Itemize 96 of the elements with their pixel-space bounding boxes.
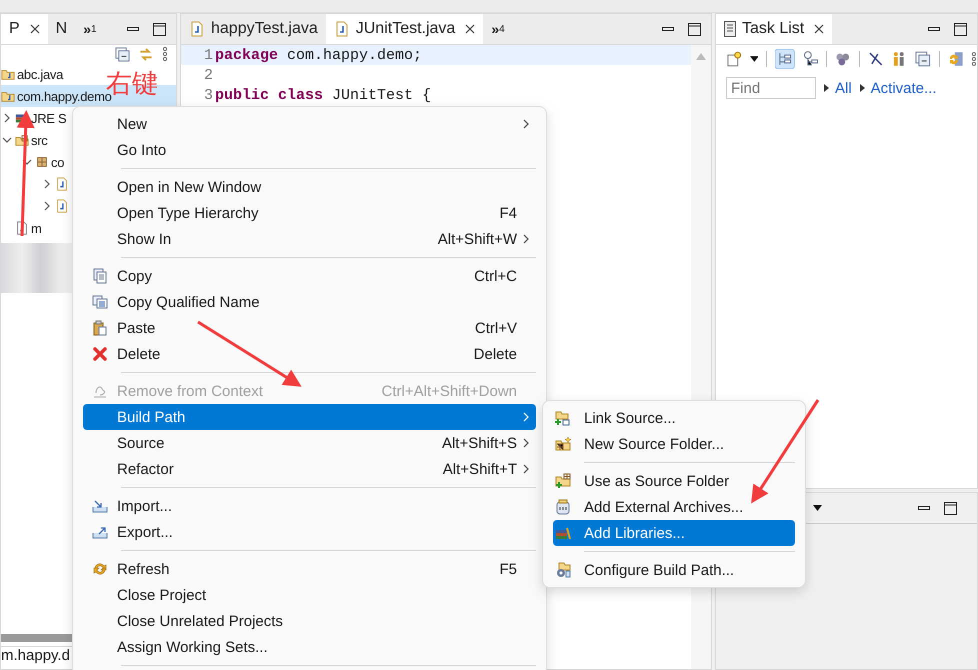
- dropdown-arrow-icon[interactable]: [813, 505, 822, 511]
- code-line: package com.happy.demo;: [215, 46, 422, 64]
- minimize-icon[interactable]: [127, 25, 139, 33]
- menu-item[interactable]: Export...: [83, 519, 536, 545]
- tab[interactable]: P: [1, 14, 48, 44]
- menu-item[interactable]: Add External Archives...: [553, 494, 795, 520]
- import-icon: [92, 498, 108, 514]
- menu-item[interactable]: Refactor Alt+Shift+T: [83, 456, 536, 482]
- java-file-icon: [189, 21, 205, 37]
- strike-icon[interactable]: [868, 51, 884, 67]
- find-field[interactable]: Find: [726, 77, 816, 99]
- hierarchy-icon[interactable]: [775, 49, 795, 69]
- close-icon[interactable]: [814, 24, 824, 34]
- menu-item[interactable]: Delete Delete: [83, 341, 536, 367]
- new-task-icon[interactable]: [726, 51, 742, 67]
- java-file-icon: [55, 199, 69, 213]
- java-file-icon: [55, 177, 69, 191]
- close-icon[interactable]: [465, 24, 476, 34]
- menu-item[interactable]: Show In Alt+Shift+W: [83, 226, 536, 252]
- java-file-icon: [334, 21, 350, 37]
- dropdown-arrow-icon[interactable]: [750, 56, 758, 62]
- menu-item[interactable]: Open Type Hierarchy F4: [83, 200, 536, 226]
- menu-item[interactable]: Paste Ctrl+V: [83, 315, 536, 341]
- package-folder-icon: [15, 133, 29, 147]
- tree-item[interactable]: m: [31, 220, 42, 236]
- gear-folder-icon: [555, 562, 571, 578]
- minimize-icon[interactable]: [662, 25, 674, 33]
- clock-list-icon[interactable]: [802, 51, 818, 67]
- filter-link[interactable]: All: [835, 80, 852, 96]
- menu-item[interactable]: New Source Folder...: [553, 431, 795, 457]
- maximize-icon[interactable]: [153, 22, 166, 36]
- close-icon[interactable]: [30, 24, 40, 34]
- delete-icon: [92, 346, 108, 362]
- minimize-icon[interactable]: [918, 504, 930, 512]
- linked-folder-icon: [555, 410, 571, 426]
- menu-item[interactable]: Copy Ctrl+C: [83, 263, 536, 289]
- sync-icon[interactable]: [948, 51, 964, 67]
- menu-item[interactable]: Link Source...: [553, 405, 795, 431]
- menu-item[interactable]: Refresh F5: [83, 556, 536, 582]
- refresh-icon: [92, 561, 108, 577]
- document-stack-icon: [92, 294, 108, 310]
- minimize-icon[interactable]: [928, 25, 940, 33]
- folder-plus-icon: [555, 473, 571, 489]
- new-folder-icon: [555, 436, 571, 452]
- line-number: 1: [202, 46, 214, 64]
- menu-item[interactable]: Build Path: [83, 404, 536, 430]
- menu-item[interactable]: Close Unrelated Projects: [83, 608, 536, 634]
- expand-chevron[interactable]: [42, 200, 52, 210]
- spheres-icon[interactable]: [835, 51, 851, 67]
- collapse-all-icon[interactable]: [115, 46, 130, 62]
- tab[interactable]: JUnitTest.java: [326, 14, 484, 44]
- jar-icon: [555, 499, 571, 515]
- menu-item[interactable]: Close Project: [83, 582, 536, 608]
- submenu-chevron: [523, 412, 530, 422]
- notepad-icon: [724, 21, 736, 37]
- menu-item[interactable]: Add Libraries...: [553, 520, 795, 546]
- tree-item[interactable]: JRE S: [31, 110, 66, 126]
- expand-chevron[interactable]: [42, 178, 52, 188]
- menu-item[interactable]: Copy Qualified Name: [83, 289, 536, 315]
- package-icon: [35, 155, 49, 169]
- tab[interactable]: Task List: [716, 14, 832, 44]
- menu-item[interactable]: Go Into: [83, 137, 536, 163]
- tree-item[interactable]: abc.java: [17, 66, 64, 82]
- menu-item[interactable]: Assign Working Sets...: [83, 634, 536, 660]
- maximize-icon[interactable]: [944, 502, 957, 514]
- filter-link[interactable]: Activate...: [870, 80, 937, 96]
- expand-chevron[interactable]: [2, 112, 12, 122]
- collapse-chevron[interactable]: [2, 134, 12, 144]
- menu-item[interactable]: Use as Source Folder: [553, 468, 795, 494]
- menu-item[interactable]: Source Alt+Shift+S: [83, 430, 536, 456]
- menu-item[interactable]: Import...: [83, 493, 536, 519]
- project-folder-icon: [1, 89, 15, 103]
- pixelated-block: [1, 243, 73, 293]
- tree-item[interactable]: src: [31, 132, 48, 148]
- line-number: 3: [202, 86, 214, 104]
- submenu-chevron: [523, 464, 530, 474]
- maximize-icon[interactable]: [688, 22, 701, 36]
- line-number: 2: [202, 66, 214, 84]
- tree-item[interactable]: co: [51, 154, 64, 170]
- submenu-chevron: [523, 119, 530, 129]
- menu-item[interactable]: Open in New Window: [83, 174, 536, 200]
- editor-breadcrumb: m.happy.d: [1, 647, 70, 664]
- copy-icon: [92, 268, 108, 284]
- paste-icon: [92, 320, 108, 336]
- maximize-icon[interactable]: [954, 22, 967, 36]
- code-line: public class JUnitTest {: [215, 86, 432, 104]
- menu-item[interactable]: New: [83, 111, 536, 137]
- menu-item[interactable]: Configure Build Path...: [553, 557, 795, 583]
- collapse-all-icon[interactable]: [915, 51, 931, 67]
- submenu-chevron: [523, 234, 530, 244]
- more-icon[interactable]: [971, 51, 977, 67]
- submenu-chevron: [523, 438, 530, 448]
- collapse-chevron[interactable]: [22, 156, 32, 166]
- books-icon: [555, 525, 571, 541]
- more-icon[interactable]: [162, 46, 168, 62]
- project-folder-icon: [1, 67, 15, 81]
